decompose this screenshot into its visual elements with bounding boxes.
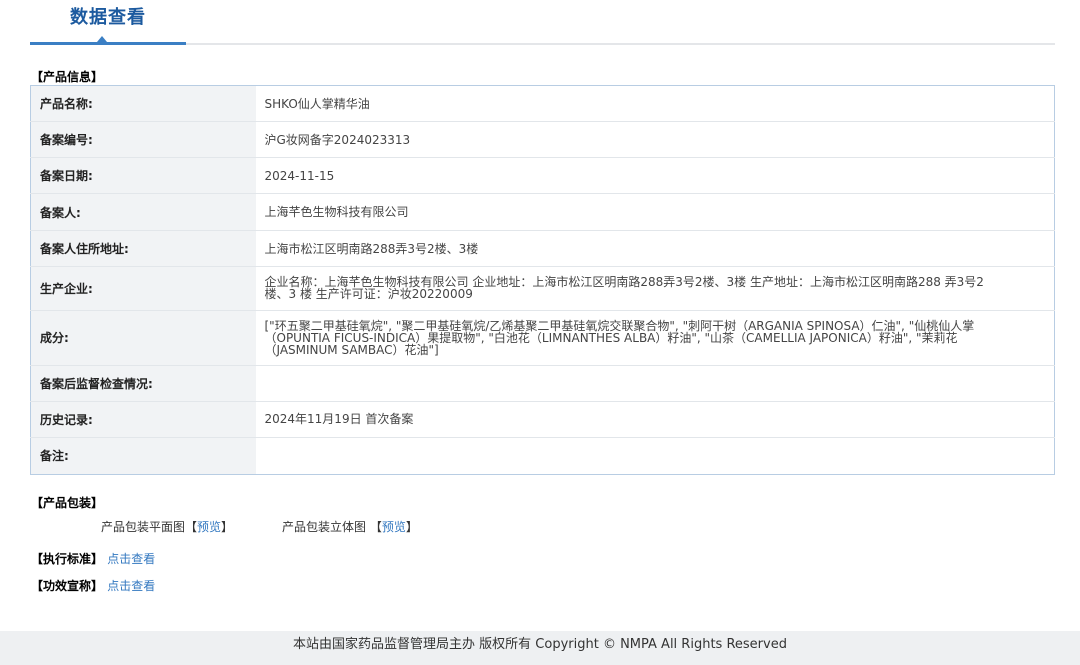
product-info-heading: 【产品信息】 [31, 70, 104, 84]
product-info-table: 产品名称: SHKO仙人掌精华油 备案编号: 沪G妆网备字2024023313 备案日期… [30, 85, 1055, 475]
standard-row: 【执行标准】 点击查看 [31, 551, 155, 567]
row-label: 备案日期: [30, 157, 256, 194]
row-label: 备案人住所地址: [30, 230, 256, 267]
efficacy-row: 【功效宣称】 点击查看 [31, 578, 155, 594]
row-value: ["环五聚二甲基硅氧烷", "聚二甲基硅氧烷/乙烯基聚二甲基硅氧烷交联聚合物",… [255, 309, 1055, 366]
packaging-heading: 【产品包装】 [31, 496, 104, 510]
row-label: 成分: [30, 309, 256, 366]
table-row: 成分: ["环五聚二甲基硅氧烷", "聚二甲基硅氧烷/乙烯基聚二甲基硅氧烷交联聚合… [30, 309, 1055, 366]
efficacy-view-link[interactable]: 点击查看 [107, 579, 155, 593]
bracket-open: 【 [369, 520, 382, 534]
packaging-stereo-preview-link[interactable]: 预览 [382, 520, 406, 534]
packaging-stereo-label: 产品包装立体图 [282, 520, 367, 534]
row-value: 上海芊色生物科技有限公司 [255, 193, 1055, 231]
table-row: 备案人: 上海芊色生物科技有限公司 [30, 193, 1055, 231]
table-row: 备案编号: 沪G妆网备字2024023313 [30, 121, 1055, 158]
row-value: 2024-11-15 [255, 157, 1055, 194]
packaging-stereo-item: 产品包装立体图 【预览】 [282, 519, 418, 535]
row-label: 备案后监督检查情况: [30, 364, 256, 402]
bracket-close: 】 [221, 520, 234, 534]
standard-view-link[interactable]: 点击查看 [107, 552, 155, 566]
tab-active-underline [30, 42, 186, 45]
tab-data-view[interactable]: 数据查看 [70, 6, 146, 30]
footer: 本站由国家药品监督管理局主办 版权所有 Copyright © NMPA All… [0, 631, 1080, 665]
tab-divider [186, 43, 1055, 45]
packaging-flat-item: 产品包装平面图【预览】 [101, 519, 233, 535]
table-row: 产品名称: SHKO仙人掌精华油 [30, 85, 1055, 122]
packaging-flat-preview-link[interactable]: 预览 [197, 520, 221, 534]
footer-copyright: 本站由国家药品监督管理局主办 版权所有 Copyright © NMPA All… [293, 637, 787, 652]
row-label: 备案编号: [30, 121, 256, 158]
table-row: 备案后监督检查情况: [30, 364, 1055, 402]
efficacy-heading: 【功效宣称】 [31, 579, 104, 593]
row-value: 2024年11月19日 首次备案 [255, 400, 1055, 438]
table-row: 备案日期: 2024-11-15 [30, 157, 1055, 194]
row-label: 产品名称: [30, 85, 256, 122]
table-row: 备案人住所地址: 上海市松江区明南路288弄3号2楼、3楼 [30, 230, 1055, 267]
table-row: 历史记录: 2024年11月19日 首次备案 [30, 400, 1055, 438]
packaging-flat-label: 产品包装平面图 [101, 520, 186, 534]
table-row: 备注: [30, 436, 1055, 475]
row-label: 备注: [30, 436, 256, 475]
row-value: SHKO仙人掌精华油 [264, 96, 370, 111]
bracket-open: 【 [185, 520, 198, 534]
row-value: 上海市松江区明南路288弄3号2楼、3楼 [255, 230, 1055, 267]
row-label: 生产企业: [30, 266, 256, 311]
standard-heading: 【执行标准】 [31, 552, 104, 566]
row-value: 沪G妆网备字2024023313 [255, 121, 1055, 158]
table-row: 生产企业: 企业名称：上海芊色生物科技有限公司 企业地址：上海市松江区明南路288… [30, 266, 1055, 311]
bracket-close: 】 [405, 520, 418, 534]
row-label: 历史记录: [30, 400, 256, 438]
product-info-rows: 产品名称: SHKO仙人掌精华油 备案编号: 沪G妆网备字2024023313 备案日期… [30, 85, 1055, 475]
row-value [255, 436, 1055, 475]
row-value: 企业名称：上海芊色生物科技有限公司 企业地址：上海市松江区明南路288弄3号2楼… [255, 266, 1055, 311]
tab-header: 数据查看 [30, 0, 1055, 46]
row-label: 备案人: [30, 193, 256, 231]
row-value [255, 364, 1055, 402]
